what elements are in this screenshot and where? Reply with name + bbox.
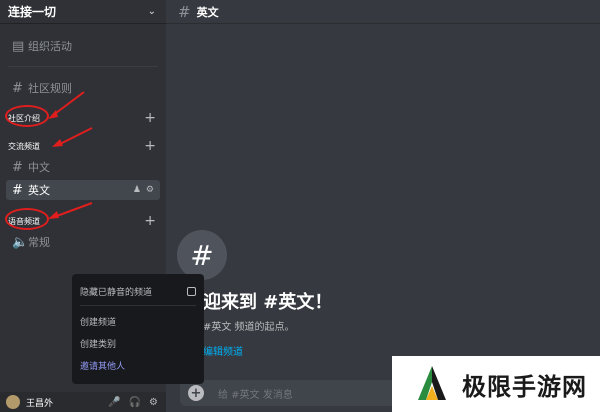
menu-item-create-category[interactable]: 创建类别 — [80, 332, 196, 354]
watermark-logo-icon — [418, 366, 446, 400]
user-panel: 王昌外 🎤 🎧 ⚙ — [0, 392, 166, 412]
annotation-arrow — [57, 127, 93, 146]
menu-separator — [80, 305, 196, 306]
channel-header: # 英文 — [166, 0, 600, 24]
avatar[interactable] — [6, 395, 20, 409]
annotation-arrow — [53, 202, 93, 218]
mic-muted-icon[interactable]: 🎤 — [108, 397, 120, 408]
welcome-subtitle: #英文 频道的起点。 — [203, 322, 295, 333]
annotation-arrowhead — [48, 110, 58, 119]
channel-hash-badge-icon: # — [177, 230, 227, 280]
hash-icon: # — [178, 2, 191, 21]
annotation-arrowhead — [52, 139, 63, 147]
menu-item-invite[interactable]: 邀请其他人 — [80, 354, 196, 376]
annotation-arrowhead — [48, 211, 59, 219]
context-menu: 隐藏已静音的频道 创建频道 创建类别 邀请其他人 — [72, 274, 204, 384]
menu-item-label: 隐藏已静音的频道 — [80, 287, 153, 298]
menu-item-label: 创建类别 — [80, 339, 117, 350]
channel-title: 英文 — [196, 5, 219, 19]
checkbox[interactable] — [187, 286, 196, 296]
menu-item-label: 邀请其他人 — [80, 361, 126, 372]
watermark: 极限手游网 — [392, 356, 600, 412]
edit-channel-link[interactable]: 编辑频道 — [203, 343, 243, 358]
menu-item-create-channel[interactable]: 创建频道 — [80, 310, 196, 332]
menu-item-label: 创建频道 — [80, 317, 117, 328]
annotation-arrows — [48, 91, 93, 219]
annotation-arrow — [51, 91, 85, 117]
message-placeholder: 给 #英文 发消息 — [218, 389, 293, 401]
menu-item-hide-muted[interactable]: 隐藏已静音的频道 — [80, 280, 196, 302]
welcome-title: 迎来到 #英文！ — [203, 292, 333, 313]
add-attachment-icon[interactable]: + — [188, 385, 204, 401]
user-name: 王昌外 — [26, 398, 54, 409]
watermark-text: 极限手游网 — [462, 372, 587, 401]
headphones-icon[interactable]: 🎧 — [129, 397, 141, 408]
gear-icon[interactable]: ⚙ — [149, 397, 158, 408]
